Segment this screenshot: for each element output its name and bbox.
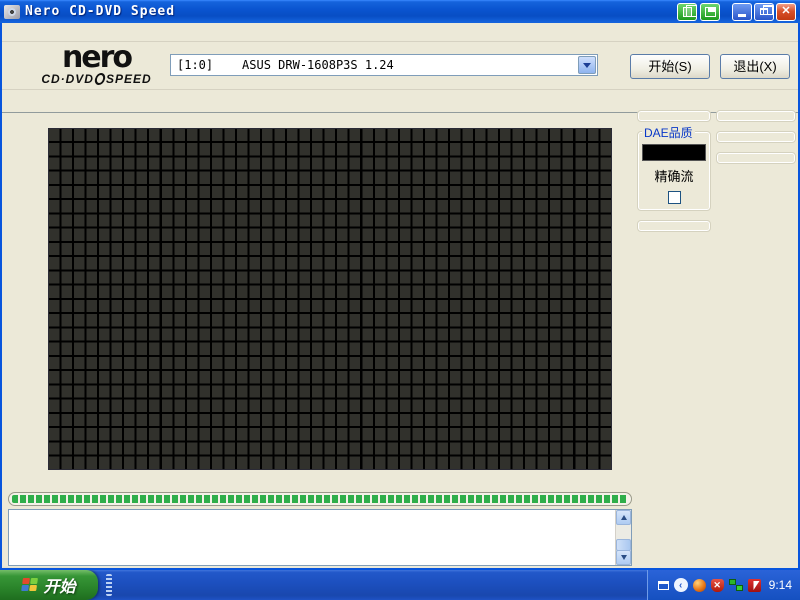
chevron-down-icon <box>583 63 591 68</box>
windows-logo-icon <box>22 578 40 592</box>
logo-product-right: SPEED <box>106 72 152 86</box>
tray-power-icon[interactable] <box>748 579 761 592</box>
restore-button[interactable] <box>754 3 774 21</box>
quicklaunch-handle[interactable] <box>106 574 112 596</box>
nero-logo: nero CD·DVD SPEED <box>24 44 169 86</box>
combo-dropdown-button[interactable] <box>578 56 596 74</box>
tray-orange-app-icon[interactable] <box>693 579 706 592</box>
progress-bar <box>8 492 632 506</box>
tray-collapse-chevron-icon[interactable]: ‹ <box>674 578 688 592</box>
drive-select-value: [1:0] ASUS DRW-1608P3S 1.24 <box>171 58 578 72</box>
interface-panel <box>716 152 796 164</box>
seek-time-panel <box>716 110 796 122</box>
accurate-stream-checkbox[interactable] <box>668 191 681 204</box>
copy-button[interactable] <box>677 3 697 21</box>
log-box <box>8 509 632 566</box>
taskbar-clock: 9:14 <box>769 578 792 592</box>
progress-bar-fill <box>12 495 628 503</box>
scroll-down-button[interactable] <box>616 550 631 565</box>
panel-column-left: DAE品质 精确流 <box>637 110 711 232</box>
scrollbar-thumb[interactable] <box>616 539 631 551</box>
copy-icon <box>683 7 692 17</box>
save-icon <box>705 7 716 17</box>
speed-flame-icon <box>94 73 107 85</box>
panel-column-right <box>716 110 796 164</box>
disc-panel <box>637 220 711 232</box>
window-border-left <box>0 23 2 570</box>
logo-product-left: CD·DVD <box>41 72 94 86</box>
scroll-down-icon <box>621 555 627 560</box>
tray-desktop-icon[interactable] <box>658 581 669 590</box>
start-button-label: 开始 <box>43 573 75 597</box>
save-button[interactable] <box>700 3 720 21</box>
app-icon <box>4 5 20 19</box>
restore-icon <box>760 8 768 15</box>
tray-network-icon[interactable] <box>729 579 743 591</box>
tray-security-shield-icon[interactable]: ✕ <box>711 579 724 592</box>
system-tray: ‹ ✕ 9:14 <box>647 570 800 600</box>
taskbar: 开始 ‹ ✕ 9:14 <box>0 570 800 600</box>
minimize-icon <box>738 14 746 17</box>
titlebar: Nero CD-DVD Speed ✕ <box>0 0 800 23</box>
exit-button[interactable]: 退出(X) <box>720 54 790 79</box>
nero-app-window: Nero CD-DVD Speed ✕ nero CD·DVD SPEED [1:… <box>0 0 800 570</box>
dae-panel-title: DAE品质 <box>642 128 695 138</box>
dae-quality-lcd <box>642 144 706 161</box>
start-test-button[interactable]: 开始(S) <box>630 54 710 79</box>
benchmark-chart-plot <box>48 128 612 470</box>
scroll-up-button[interactable] <box>616 510 631 525</box>
speed-panel <box>637 110 711 122</box>
scroll-up-icon <box>621 515 627 520</box>
cpu-usage-panel <box>716 131 796 143</box>
toolbar: nero CD·DVD SPEED [1:0] ASUS DRW-1608P3S … <box>2 42 798 90</box>
logo-brand-text: nero <box>24 44 169 72</box>
accurate-stream-label: 精确流 <box>654 166 693 185</box>
window-border-bottom <box>0 568 800 570</box>
close-button[interactable]: ✕ <box>776 3 796 21</box>
start-menu-button[interactable]: 开始 <box>0 570 98 600</box>
scrollbar-track[interactable] <box>616 525 631 550</box>
window-title: Nero CD-DVD Speed <box>25 4 175 19</box>
log-scrollbar[interactable] <box>615 510 631 565</box>
log-lines <box>9 510 615 565</box>
dae-quality-panel: DAE品质 精确流 <box>637 131 711 211</box>
chart-svg <box>49 129 611 469</box>
drive-select-combobox[interactable]: [1:0] ASUS DRW-1608P3S 1.24 <box>170 54 598 76</box>
minimize-button[interactable] <box>732 3 752 21</box>
